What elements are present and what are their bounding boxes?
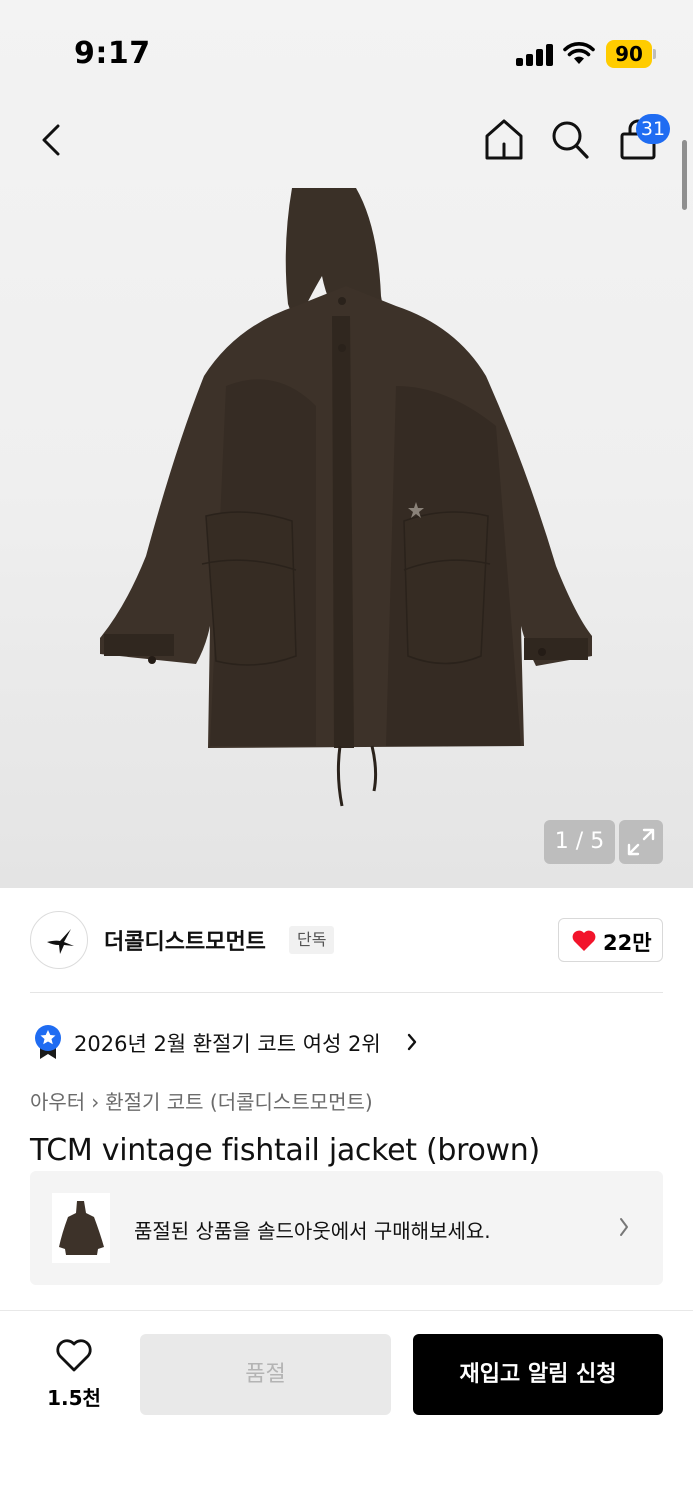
status-bar: 9:17 90 bbox=[0, 0, 693, 100]
breadcrumb-subcategory[interactable]: 환절기 코트 (더콜디스트모먼트) bbox=[105, 1090, 373, 1114]
wishlist-count: 1.5천 bbox=[47, 1386, 101, 1410]
chevron-right-icon bbox=[620, 1218, 628, 1236]
banner-product-thumbnail bbox=[52, 1193, 110, 1263]
expand-image-button[interactable] bbox=[619, 820, 663, 864]
home-icon[interactable] bbox=[482, 116, 526, 162]
brand-like-button[interactable]: 22만 bbox=[558, 918, 663, 962]
product-title: TCM vintage fishtail jacket (brown) bbox=[30, 1133, 540, 1168]
status-time: 9:17 bbox=[74, 36, 151, 71]
heart-outline-icon bbox=[56, 1339, 92, 1372]
breadcrumb-category[interactable]: 아우터 bbox=[30, 1090, 85, 1114]
restock-alert-button[interactable]: 재입고 알림 신청 bbox=[413, 1334, 663, 1415]
product-image[interactable] bbox=[96, 186, 596, 811]
brand-name[interactable]: 더콜디스트모먼트 bbox=[104, 924, 266, 956]
image-pager: 1 / 5 bbox=[544, 820, 615, 864]
brand-like-count: 22만 bbox=[603, 931, 652, 955]
jacket-thumbnail-image bbox=[59, 1201, 104, 1255]
cart-button[interactable]: 31 bbox=[614, 114, 670, 164]
rank-medal-icon bbox=[35, 1025, 61, 1059]
battery-tip bbox=[653, 49, 656, 59]
bottom-bar-divider bbox=[0, 1310, 693, 1311]
wishlist-button[interactable]: 1.5천 bbox=[34, 1334, 114, 1414]
cellular-signal-icon bbox=[516, 44, 554, 66]
brand-logo[interactable] bbox=[30, 911, 88, 969]
back-icon[interactable] bbox=[36, 118, 72, 162]
wifi-icon bbox=[563, 42, 595, 64]
section-divider bbox=[30, 992, 663, 993]
soldout-button: 품절 bbox=[140, 1334, 391, 1415]
expand-icon bbox=[627, 828, 655, 856]
battery-indicator: 90 bbox=[606, 40, 656, 68]
battery-level: 90 bbox=[606, 40, 652, 68]
exclusive-badge: 단독 bbox=[289, 926, 335, 954]
search-icon[interactable] bbox=[548, 116, 592, 162]
breadcrumb-separator-icon: › bbox=[91, 1090, 100, 1114]
heart-filled-icon bbox=[572, 930, 596, 951]
scrollbar-thumb[interactable] bbox=[682, 140, 687, 210]
banner-text: 품절된 상품을 솔드아웃에서 구매해보세요. bbox=[134, 1219, 491, 1243]
brand-star-icon bbox=[47, 929, 74, 954]
cart-count-badge: 31 bbox=[636, 114, 670, 144]
soldout-marketplace-banner[interactable]: 품절된 상품을 솔드아웃에서 구매해보세요. bbox=[30, 1171, 663, 1285]
ranking-text: 2026년 2월 환절기 코트 여성 2위 bbox=[74, 1032, 381, 1056]
chevron-right-icon bbox=[407, 1033, 417, 1051]
breadcrumb: 아우터 › 환절기 코트 (더콜디스트모먼트) bbox=[30, 1086, 373, 1115]
product-gallery[interactable]: 9:17 90 31 1 / 5 bbox=[0, 0, 693, 888]
